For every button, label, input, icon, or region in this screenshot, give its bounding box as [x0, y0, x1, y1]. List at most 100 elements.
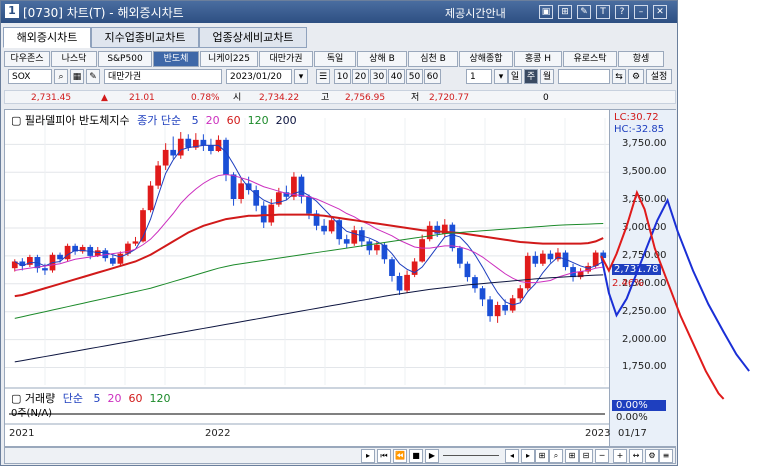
link-icon[interactable]: ⊞ — [558, 5, 572, 19]
scroll-control-icon[interactable]: ⊟ — [579, 449, 593, 463]
help-icon[interactable]: ? — [615, 5, 629, 19]
window-number: 1 — [5, 4, 19, 18]
market-button-2[interactable]: S&P500 — [98, 51, 152, 67]
x-tick-label: 2021 — [9, 428, 35, 439]
week-button[interactable]: 주 — [524, 69, 538, 84]
restore-icon[interactable]: ▣ — [539, 5, 553, 19]
extra-input[interactable] — [558, 69, 610, 84]
y-tick-label: 2,000.00 — [622, 333, 667, 345]
scroll-control-icon[interactable]: ■ — [409, 449, 423, 463]
market-button-4[interactable]: 니케이225 — [200, 51, 258, 67]
period-button-40[interactable]: 40 — [388, 69, 405, 84]
candle-body — [147, 185, 154, 211]
search-icon[interactable]: ⌕ — [54, 69, 68, 84]
date-input[interactable]: 2023/01/20 — [226, 69, 292, 84]
market-button-9[interactable]: 상해종합 — [459, 51, 513, 67]
open-label: 시 — [233, 93, 242, 103]
scroll-control-icon[interactable]: ⚙ — [645, 449, 659, 463]
zoom-icon[interactable]: ⇆ — [612, 69, 626, 84]
market-button-12[interactable]: 항셍 — [618, 51, 664, 67]
tab-0[interactable]: 해외증시차트 — [3, 27, 91, 48]
volume-value-label: 0주(N/A) — [11, 408, 53, 419]
gear-icon[interactable]: ⚙ — [628, 69, 644, 84]
minimize-icon[interactable]: – — [634, 5, 648, 19]
list-icon[interactable]: ☰ — [316, 69, 330, 84]
candle-body — [404, 274, 410, 291]
period-button-20[interactable]: 20 — [352, 69, 369, 84]
title-bar: 1 [0730] 차트(T) - 해외증시차트 제공시간안내 ▣ ⊞ ✎ T? – ✕ — [1, 1, 677, 23]
period-button-50[interactable]: 50 — [406, 69, 423, 84]
candle-body — [94, 250, 101, 256]
month-button[interactable]: 월 — [540, 69, 554, 84]
scroll-control-icon[interactable]: ↔ — [629, 449, 643, 463]
scroll-track[interactable] — [443, 455, 499, 456]
scroll-control-icon[interactable]: ⊞ — [565, 449, 579, 463]
market-button-8[interactable]: 심천 B — [408, 51, 458, 67]
info-link[interactable]: 제공시간안내 — [445, 5, 506, 21]
candle-body — [306, 196, 312, 214]
text-icon[interactable]: T — [596, 5, 610, 19]
market-button-10[interactable]: 홍콩 H — [514, 51, 562, 67]
period-button-60[interactable]: 60 — [424, 69, 441, 84]
market-button-0[interactable]: 다우존스 — [4, 51, 50, 67]
candle-body — [540, 253, 546, 264]
market-button-1[interactable]: 나스닥 — [51, 51, 97, 67]
count-input[interactable]: 1 — [466, 69, 492, 84]
market-button-3[interactable]: 반도체 — [153, 51, 199, 67]
tool-icon[interactable]: ✎ — [577, 5, 591, 19]
scroll-control-icon[interactable]: + — [613, 449, 627, 463]
scroll-control-icon[interactable]: ◂ — [505, 449, 519, 463]
candle-body — [381, 244, 388, 260]
candle-body — [42, 268, 48, 271]
high-label: 고 — [321, 93, 330, 103]
market-button-5[interactable]: 대만가권 — [259, 51, 313, 67]
symbol-input[interactable]: SOX — [8, 69, 52, 84]
scroll-control-icon[interactable]: ⌕ — [549, 449, 563, 463]
market-button-6[interactable]: 독일 — [314, 51, 356, 67]
tab-2[interactable]: 업종상세비교차트 — [199, 27, 307, 48]
chart-scrollbar[interactable]: ▸ ⏮ ⏪ ■ ▶ ◂ ▸ ⊞ ⌕ ⊞ ⊟ ─ + ↔ ⚙ ≡ — [4, 447, 676, 464]
y-tick-label: 1,750.00 — [622, 361, 667, 373]
scroll-control-icon[interactable]: ▶ — [425, 449, 439, 463]
candle-body — [260, 205, 267, 223]
volume-ma-120: 120 — [149, 392, 171, 405]
memo-icon[interactable]: ✎ — [86, 69, 100, 84]
period-button-10[interactable]: 10 — [334, 69, 351, 84]
scroll-control-icon[interactable]: ≡ — [659, 449, 673, 463]
candle-body — [170, 149, 177, 156]
candle-body — [396, 275, 403, 291]
candle-body — [162, 149, 169, 166]
scroll-control-icon[interactable]: ⏮ — [377, 449, 391, 463]
candle-body — [351, 230, 358, 244]
candle-body — [374, 244, 380, 251]
candle-body — [532, 255, 539, 264]
calendar-icon[interactable]: ▾ — [294, 69, 308, 84]
y-tick-label: 2,250.00 — [622, 305, 667, 317]
candle-body — [268, 204, 275, 223]
settings-button[interactable]: 설정 — [646, 69, 672, 84]
y-tick-label: 3,250.00 — [622, 194, 667, 206]
market-button-7[interactable]: 상해 B — [357, 51, 407, 67]
window-title: [0730] 차트(T) - 해외증시차트 — [23, 6, 184, 20]
market-button-11[interactable]: 유로스탁 — [563, 51, 617, 67]
scroll-control-icon[interactable]: ⏪ — [393, 449, 407, 463]
scroll-control-icon[interactable]: ▸ — [521, 449, 535, 463]
x-tick-label: 2022 — [205, 428, 231, 439]
chart-icon[interactable]: ▦ — [70, 69, 84, 84]
chart-area[interactable]: ▢ 필라델피아 반도체지수 종가 단순 5 20 60 120 200 LC:30.72… — [4, 109, 676, 447]
stepper-icon[interactable]: ▾ — [494, 69, 508, 84]
candle-body — [132, 241, 139, 244]
legend-checkbox[interactable]: ▢ — [11, 114, 21, 127]
legend-ma-120: 120 — [247, 114, 269, 127]
close-icon[interactable]: ✕ — [653, 5, 667, 19]
candle-body — [524, 255, 531, 289]
day-button[interactable]: 일 — [508, 69, 522, 84]
volume-ma-20: 20 — [107, 392, 122, 405]
scroll-control-icon[interactable]: ─ — [595, 449, 609, 463]
candle-body — [592, 252, 599, 266]
tab-1[interactable]: 지수업종비교차트 — [91, 27, 199, 48]
period-button-30[interactable]: 30 — [370, 69, 387, 84]
current-price: 2,731.45 — [31, 93, 72, 103]
scroll-control-icon[interactable]: ▸ — [361, 449, 375, 463]
scroll-control-icon[interactable]: ⊞ — [535, 449, 549, 463]
